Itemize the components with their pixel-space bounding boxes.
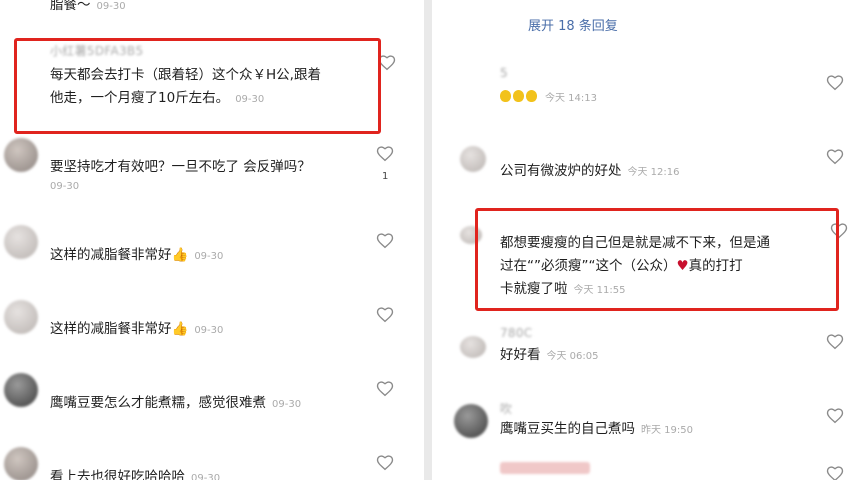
like-heart-icon[interactable] (826, 148, 844, 166)
comment-time: 今天 12:16 (627, 167, 680, 178)
user-avatar[interactable] (4, 300, 38, 334)
thumbs-up-icon: 👍 (171, 321, 189, 337)
comment-time: 09-30 (272, 399, 302, 410)
comment-text: 公司有微波炉的好处 今天 12:16 (500, 163, 680, 179)
like-heart-icon[interactable] (376, 380, 394, 398)
comment-text: 鹰嘴豆要怎么才能煮糯，感觉很难煮 09-30 (50, 395, 302, 411)
comment-time: 09-30 (50, 181, 80, 192)
comment-text: 好好看 今天 06:05 (500, 347, 599, 363)
like-heart-icon[interactable] (826, 465, 844, 480)
emoji-icon (513, 90, 524, 102)
user-avatar[interactable] (460, 336, 486, 358)
comment-time: 09-30 (194, 325, 224, 336)
comment-text: 这样的减脂餐非常好👍 09-30 (50, 321, 224, 337)
comment-text: 鹰嘴豆买生的自己煮吗 昨天 19:50 (500, 421, 693, 437)
emoji-icon (526, 90, 537, 102)
emoji-icon (500, 90, 511, 102)
comment-username[interactable]: 5 (500, 66, 508, 80)
like-heart-icon[interactable] (376, 145, 394, 163)
expand-replies-link[interactable]: 展开 18 条回复 (528, 15, 618, 34)
comment-username[interactable]: 780C (500, 326, 532, 340)
top-partial-comment: 脂餐～ 09-30 (50, 0, 126, 18)
comment-text: 今天 14:13 (500, 86, 597, 110)
right-comment-panel: 展开 18 条回复 5 今天 14:13 公司有微波炉的好处 今天 12:16 都… (432, 0, 854, 480)
user-avatar[interactable] (454, 404, 488, 438)
left-comment-panel: 脂餐～ 09-30 小红薯5DFA3B5 每天都会去打卡（跟着轻）这个众￥H公,跟… (0, 0, 424, 480)
comment-text: 脂餐～ (50, 0, 91, 13)
comment-username[interactable] (500, 462, 590, 474)
like-count: 1 (382, 171, 389, 182)
comment-time: 今天 06:05 (546, 351, 599, 362)
like-heart-icon[interactable] (376, 454, 394, 472)
like-heart-icon[interactable] (826, 407, 844, 425)
highlight-box (475, 208, 839, 311)
user-avatar[interactable] (4, 447, 38, 480)
like-heart-icon[interactable] (826, 333, 844, 351)
thumbs-up-icon: 👍 (171, 247, 189, 263)
user-avatar[interactable] (4, 373, 38, 407)
comment-username[interactable]: 吹 (500, 400, 512, 417)
comment-time: 昨天 19:50 (641, 425, 693, 436)
comment-time: 09-30 (96, 1, 126, 12)
highlight-box (14, 38, 381, 134)
like-heart-icon[interactable] (376, 306, 394, 324)
comment-text: 要坚持吃才有效吧？一旦不吃了 会反弹吗？ (50, 159, 311, 175)
comment-time: 09-30 (194, 251, 224, 262)
comment-text: 看上去也很好吃哈哈哈 09-30 (50, 466, 220, 480)
comment-time: 今天 14:13 (545, 93, 597, 104)
user-avatar[interactable] (4, 138, 38, 172)
user-avatar[interactable] (4, 225, 38, 259)
user-avatar[interactable] (460, 146, 486, 172)
comment-text: 这样的减脂餐非常好👍 09-30 (50, 247, 224, 263)
like-heart-icon[interactable] (826, 74, 844, 92)
comment-time: 09-30 (191, 473, 221, 480)
like-heart-icon[interactable] (376, 232, 394, 250)
